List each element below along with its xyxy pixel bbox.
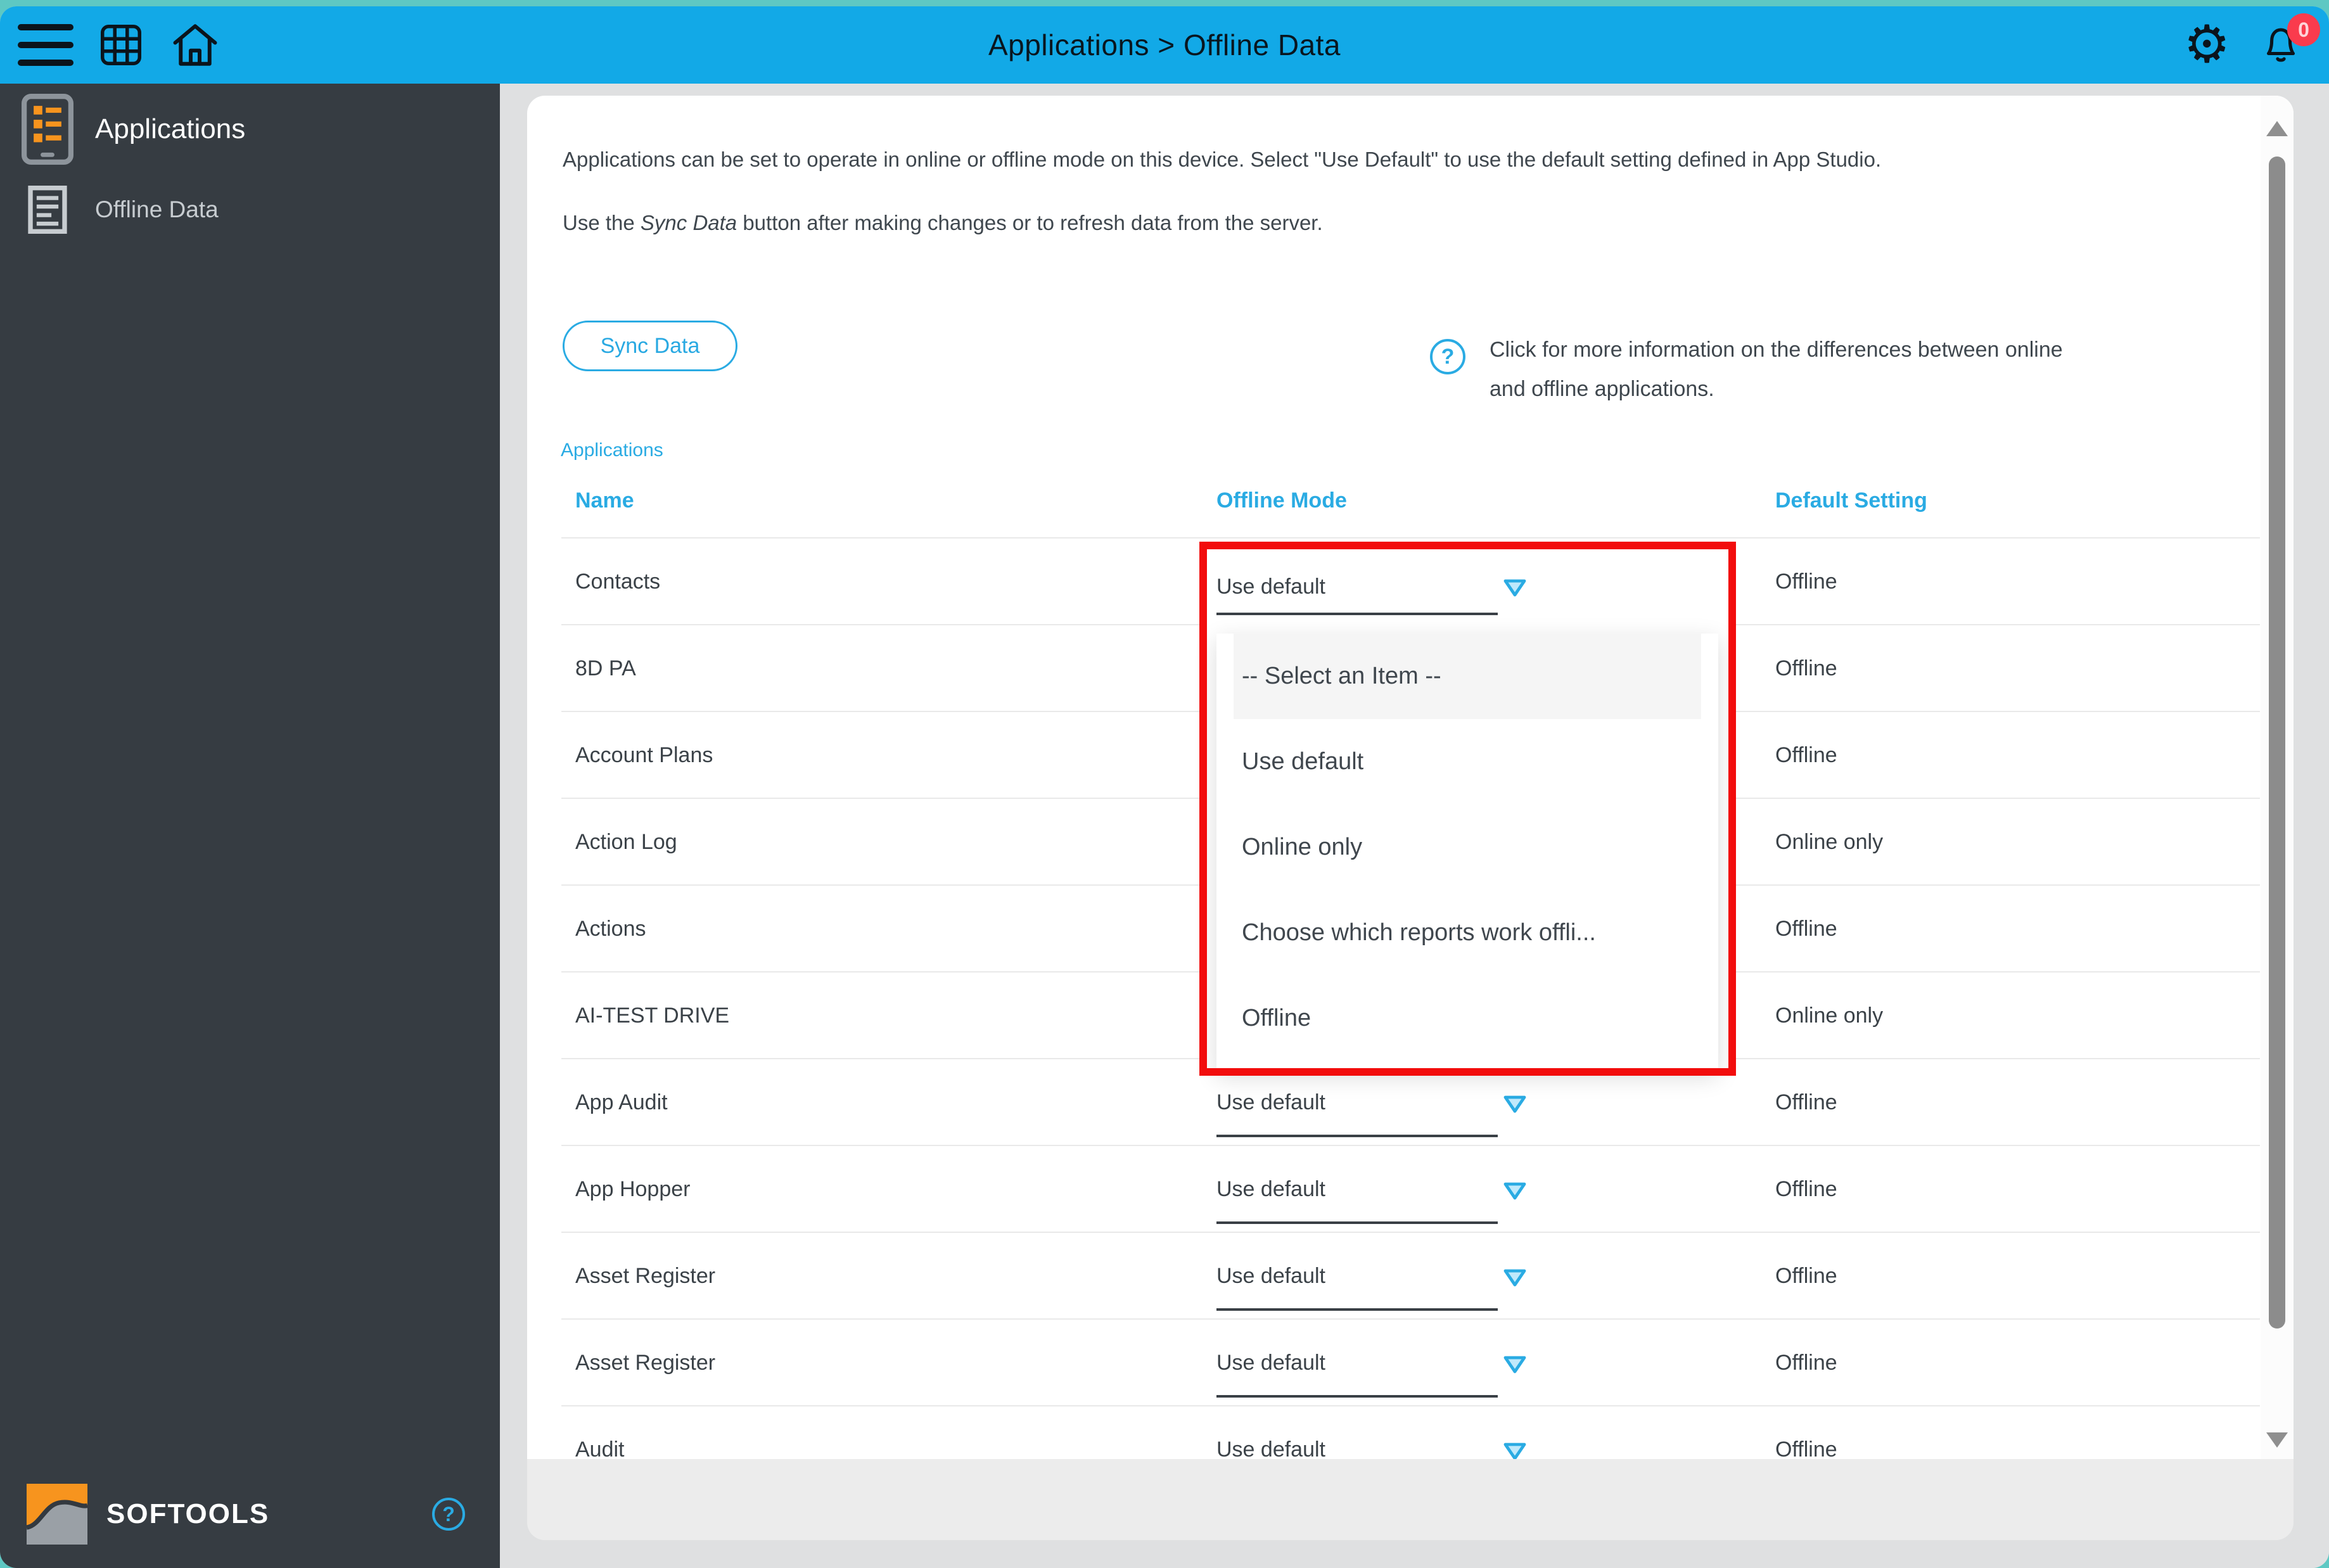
- sidebar-item-offline-data[interactable]: Offline Data: [0, 182, 500, 236]
- scrollbar[interactable]: [2261, 96, 2294, 1459]
- app-name: Action Log: [575, 830, 677, 854]
- softools-logo: [27, 1484, 87, 1545]
- dropdown-option[interactable]: Online only: [1216, 805, 1718, 890]
- default-setting-value: Offline: [1775, 656, 1837, 680]
- card-footer: [527, 1459, 2294, 1540]
- select-value: Use default: [1216, 1437, 1325, 1459]
- default-setting-value: Offline: [1775, 743, 1837, 767]
- app-name: Actions: [575, 917, 646, 941]
- app-name: App Audit: [575, 1090, 668, 1114]
- scroll-up-arrow[interactable]: [2266, 121, 2288, 136]
- default-setting-value: Offline: [1775, 1437, 1837, 1459]
- app-name: Asset Register: [575, 1351, 716, 1375]
- dropdown-option[interactable]: Offline: [1216, 976, 1718, 1061]
- dropdown-option[interactable]: Use default: [1216, 719, 1718, 805]
- mobile-app-icon: [0, 93, 95, 165]
- default-setting-value: Offline: [1775, 1090, 1837, 1114]
- dropdown-option[interactable]: -- Select an Item --: [1234, 634, 1701, 719]
- app-name: 8D PA: [575, 656, 636, 680]
- notifications-bell-icon[interactable]: 0: [2258, 13, 2320, 68]
- app-name: Audit: [575, 1437, 625, 1459]
- select-value: Use default: [1216, 1351, 1325, 1375]
- page-title: Applications > Offline Data: [988, 29, 1341, 61]
- chevron-down-icon: [1503, 1268, 1527, 1287]
- offline-mode-select[interactable]: Use default: [1216, 1406, 1552, 1459]
- column-header-offline-mode: Offline Mode: [1216, 488, 1347, 513]
- dropdown-option[interactable]: Choose which reports work offli...: [1216, 890, 1718, 976]
- main-area: Applications can be set to operate in on…: [500, 84, 2329, 1568]
- offline-mode-select[interactable]: Use default: [1216, 1320, 1552, 1406]
- default-setting-value: Online only: [1775, 830, 1884, 854]
- chevron-down-icon: [1503, 1442, 1527, 1459]
- applications-section-label: Applications: [561, 440, 663, 461]
- app-name: App Hopper: [575, 1177, 691, 1201]
- settings-gear-icon[interactable]: ⚙: [2183, 19, 2230, 71]
- table-row: Asset Register Use default Offline: [561, 1318, 2260, 1405]
- dropdown-options-panel: -- Select an Item -- Use default Online on…: [1216, 634, 1718, 1071]
- app-name: Contacts: [575, 570, 661, 594]
- default-setting-value: Online only: [1775, 1004, 1884, 1028]
- app-window: Applications > Offline Data ⚙ 0 Applicat…: [0, 6, 2329, 1568]
- intro-text-2: Use the Sync Data button after making ch…: [563, 211, 1323, 234]
- default-setting-value: Offline: [1775, 1177, 1837, 1201]
- default-setting-value: Offline: [1775, 1351, 1837, 1375]
- content-card: Applications can be set to operate in on…: [527, 96, 2294, 1459]
- help-text-line1: Click for more information on the differ…: [1490, 338, 2063, 362]
- sidebar-item-label: Applications: [95, 113, 246, 144]
- select-value: Use default: [1216, 1264, 1325, 1288]
- help-text-line2: and offline applications.: [1490, 377, 1714, 401]
- sidebar: Applications Offline Data SOFTOOLS ?: [0, 84, 500, 1568]
- table-row: Audit Use default Offline: [561, 1405, 2260, 1459]
- chevron-down-icon: [1503, 1355, 1527, 1374]
- scroll-down-arrow[interactable]: [2266, 1432, 2288, 1448]
- scrollbar-thumb[interactable]: [2269, 156, 2285, 1329]
- document-icon: [0, 185, 95, 234]
- default-setting-value: Offline: [1775, 1264, 1837, 1288]
- app-name: Account Plans: [575, 743, 713, 767]
- chevron-down-icon: [1503, 1182, 1527, 1201]
- topbar: Applications > Offline Data ⚙ 0: [0, 6, 2329, 84]
- chevron-down-icon: [1503, 578, 1527, 597]
- sidebar-help-icon[interactable]: ?: [432, 1498, 465, 1531]
- sync-data-button[interactable]: Sync Data: [563, 321, 737, 371]
- open-dropdown-overlay: Use default -- Select an Item -- Use defa…: [1207, 549, 1728, 1076]
- sidebar-item-label: Offline Data: [95, 196, 219, 222]
- chevron-down-icon: [1503, 1095, 1527, 1114]
- column-header-name: Name: [575, 488, 634, 513]
- table-row: App Hopper Use default Offline: [561, 1145, 2260, 1232]
- select-value: Use default: [1216, 1177, 1325, 1201]
- intro-text-1: Applications can be set to operate in on…: [563, 148, 1882, 171]
- logo-text: SOFTOOLS: [106, 1498, 270, 1529]
- column-header-default-setting: Default Setting: [1775, 488, 1927, 513]
- app-name: Asset Register: [575, 1264, 716, 1288]
- help-question-icon[interactable]: ?: [1430, 339, 1465, 374]
- default-setting-value: Offline: [1775, 917, 1837, 941]
- app-name: AI-TEST DRIVE: [575, 1004, 730, 1028]
- offline-mode-select-open[interactable]: Use default: [1216, 549, 1552, 624]
- table-row: Asset Register Use default Offline: [561, 1232, 2260, 1318]
- sidebar-item-applications[interactable]: Applications: [0, 92, 500, 165]
- offline-mode-select[interactable]: Use default: [1216, 1146, 1552, 1233]
- offline-mode-select[interactable]: Use default: [1216, 1233, 1552, 1320]
- notification-badge: 0: [2287, 13, 2320, 46]
- default-setting-value: Offline: [1775, 570, 1837, 594]
